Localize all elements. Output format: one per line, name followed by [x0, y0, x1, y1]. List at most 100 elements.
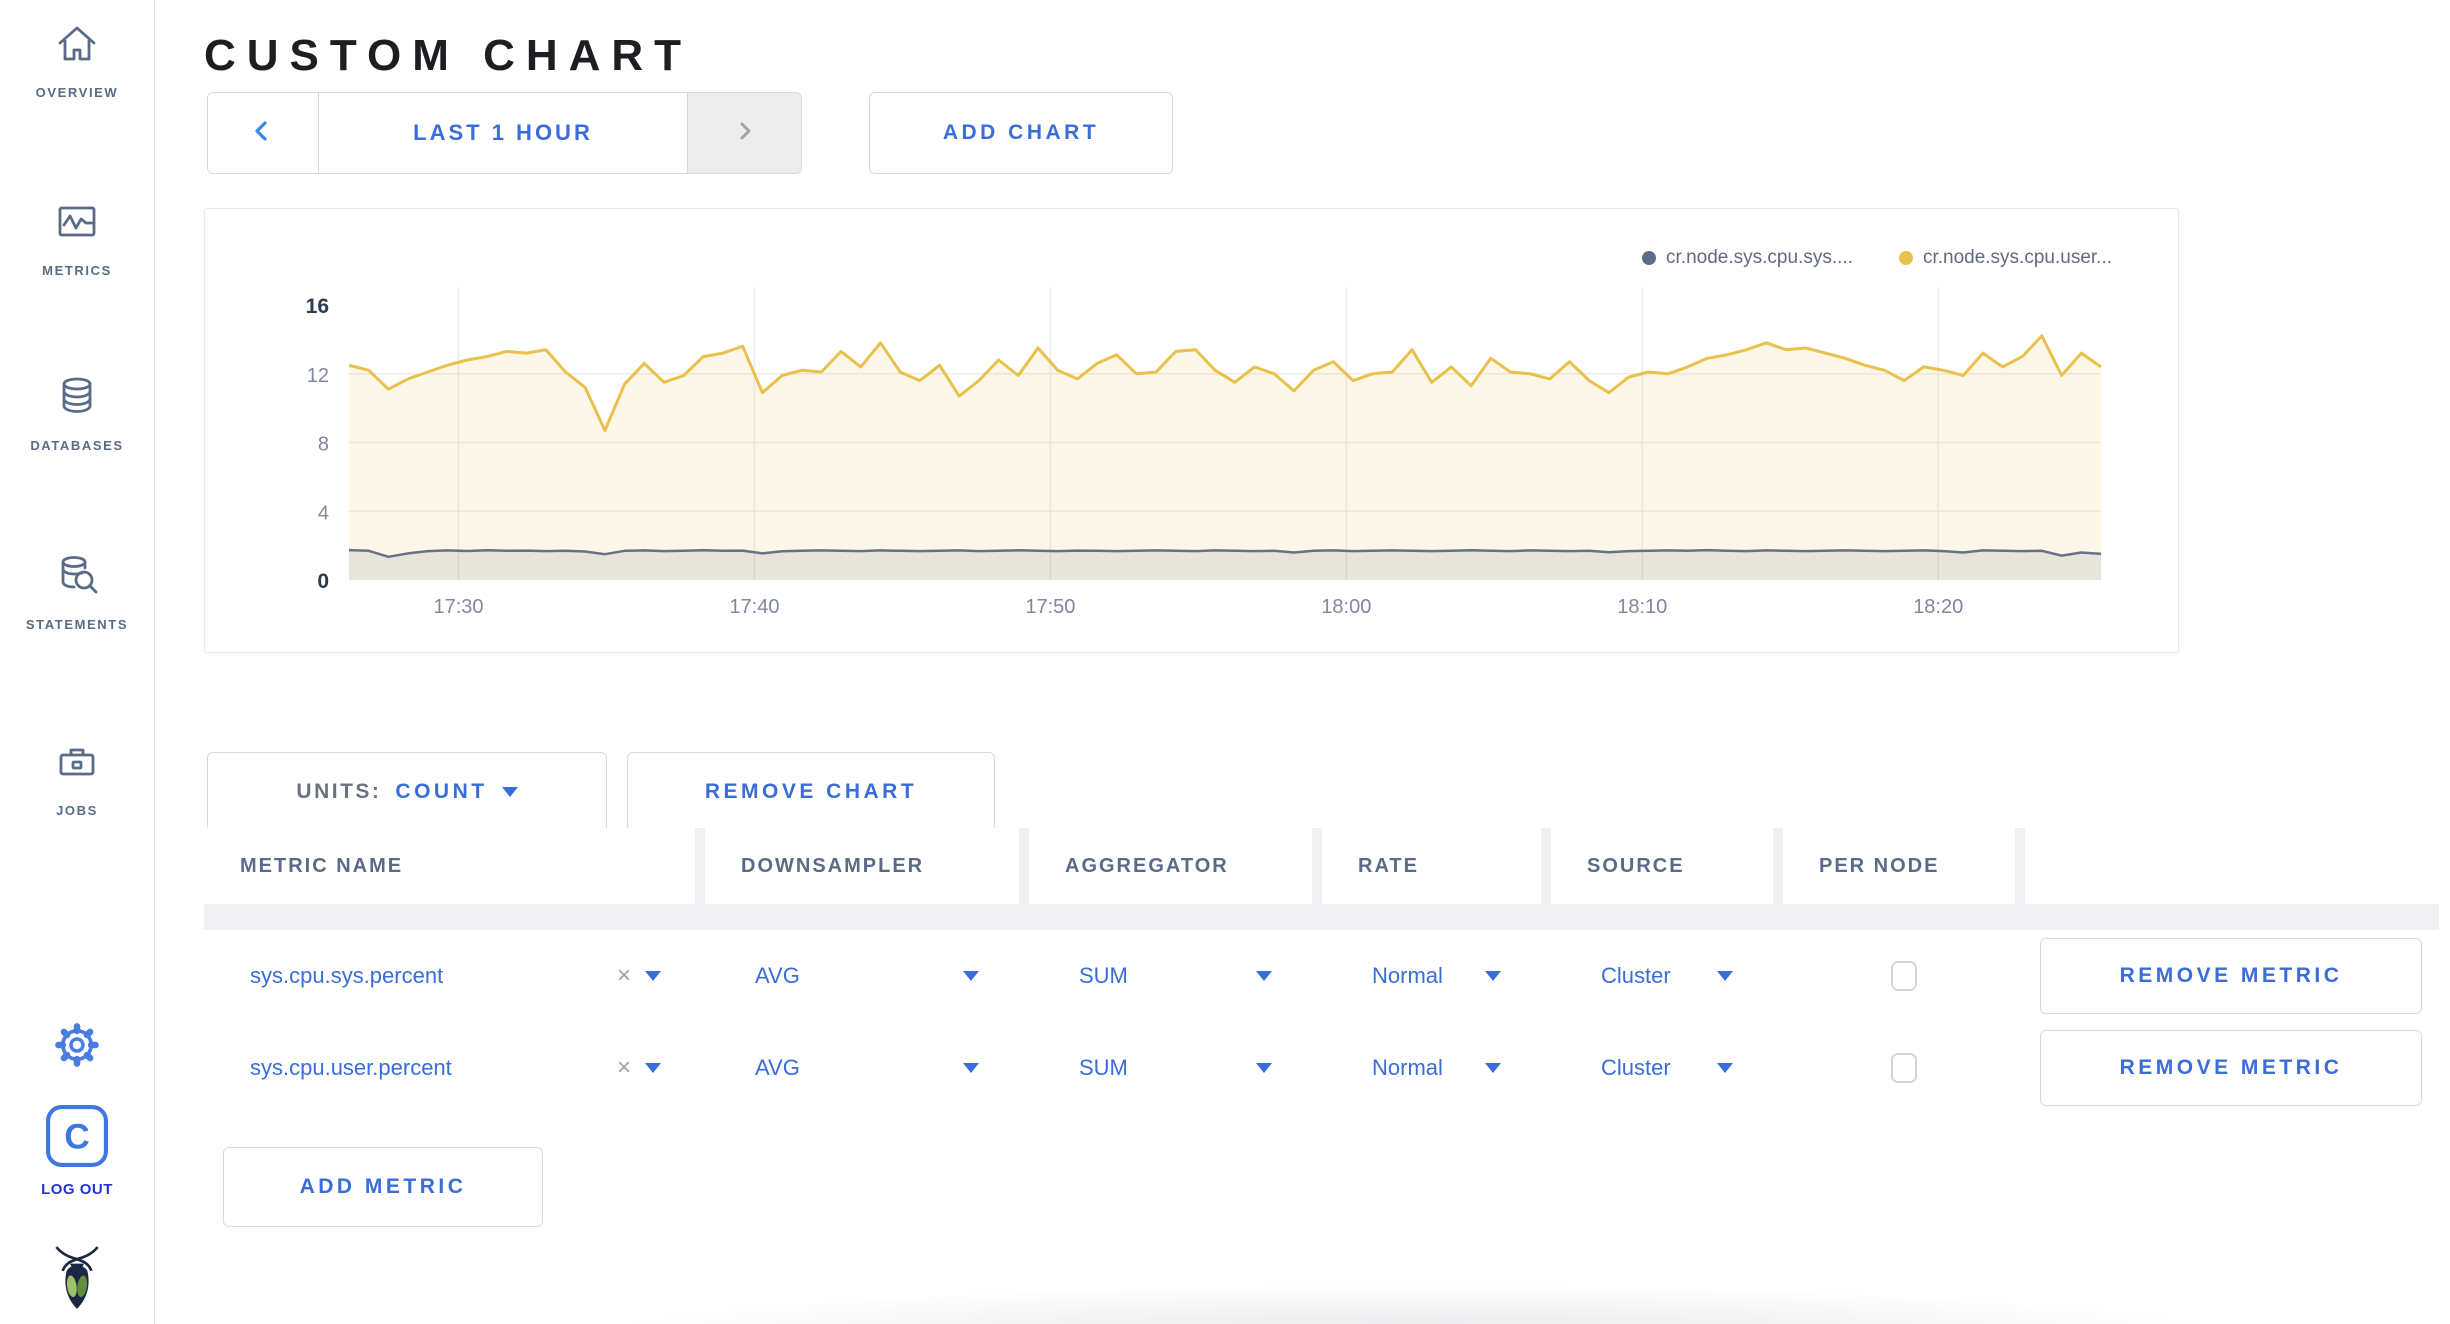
cockroachdb-bug-logo — [54, 1246, 100, 1316]
chart-card: 0 4 8 12 16 17:30 17:40 17:50 18:00 18:10 18:20 cr… — [204, 208, 2179, 653]
chevron-down-icon[interactable] — [645, 1063, 661, 1073]
timeseries-chart: 0 4 8 12 16 17:30 17:40 17:50 18:00 18:10 18:20 — [306, 287, 2102, 618]
chart-legend: cr.node.sys.cpu.sys.... cr.node.sys.cpu.… — [1642, 247, 2112, 269]
chevron-left-icon — [247, 115, 279, 152]
downsampler-select[interactable]: AVG — [705, 1022, 1029, 1114]
table-header-row: METRIC NAME DOWNSAMPLER AGGREGATOR RATE … — [204, 828, 2439, 930]
source-select[interactable]: Cluster — [1551, 1022, 1783, 1114]
units-dropdown[interactable]: UNITS: COUNT — [207, 752, 607, 832]
chevron-down-icon — [501, 787, 518, 797]
y-axis-label: 16 — [306, 295, 329, 318]
aggregator-value: SUM — [1079, 1055, 1128, 1080]
source-select[interactable]: Cluster — [1551, 930, 1783, 1022]
metric-name-select[interactable]: sys.cpu.sys.percent × — [204, 930, 705, 1022]
add-chart-button[interactable]: ADD CHART — [869, 92, 1173, 174]
page-title: CUSTOM CHART — [204, 31, 693, 81]
time-range-label-button[interactable]: LAST 1 HOUR — [319, 93, 687, 173]
metrics-graph-icon — [52, 206, 102, 250]
svg-text:C: C — [64, 1117, 89, 1156]
sidebar-item-label: STATEMENTS — [25, 617, 129, 632]
legend-item: cr.node.sys.cpu.user... — [1898, 247, 2112, 269]
clear-icon[interactable]: × — [617, 1054, 631, 1082]
gear-icon — [53, 1023, 101, 1073]
remove-chart-button[interactable]: REMOVE CHART — [627, 752, 995, 832]
metric-name-select[interactable]: sys.cpu.user.percent × — [204, 1022, 705, 1114]
chevron-down-icon — [1717, 971, 1733, 981]
column-header-rate: RATE — [1322, 828, 1541, 904]
remove-metric-button[interactable]: REMOVE METRIC — [2040, 938, 2422, 1014]
rate-value: Normal — [1372, 963, 1443, 988]
sidebar-item-statements[interactable]: STATEMENTS — [0, 552, 154, 632]
jobs-briefcase-icon — [52, 748, 102, 790]
brand-logo[interactable] — [0, 1244, 154, 1317]
sidebar-item-databases[interactable]: DATABASES — [0, 373, 154, 453]
cockroach-c-icon: C — [45, 1105, 109, 1172]
sidebar-item-metrics[interactable]: METRICS — [0, 198, 154, 278]
legend-item: cr.node.sys.cpu.sys.... — [1642, 247, 1853, 269]
add-metric-button[interactable]: ADD METRIC — [223, 1147, 543, 1227]
x-axis-label: 18:10 — [1617, 596, 1667, 618]
chevron-right-icon — [729, 115, 761, 152]
aggregator-select[interactable]: SUM — [1029, 1022, 1322, 1114]
time-range-selector: LAST 1 HOUR — [207, 92, 802, 174]
database-icon — [52, 377, 102, 425]
source-value: Cluster — [1601, 1055, 1671, 1080]
y-axis-label: 0 — [317, 570, 329, 593]
units-label: UNITS: — [296, 780, 382, 803]
metric-name-value: sys.cpu.user.percent — [250, 1055, 452, 1080]
column-header-actions — [2025, 828, 2439, 904]
time-prev-button[interactable] — [208, 93, 319, 173]
per-node-checkbox[interactable] — [1891, 1053, 1917, 1083]
statements-search-icon — [52, 556, 102, 604]
clear-icon[interactable]: × — [617, 962, 631, 990]
downsampler-select[interactable]: AVG — [705, 930, 1029, 1022]
per-node-checkbox[interactable] — [1891, 961, 1917, 991]
x-axis-label: 18:20 — [1913, 596, 1963, 618]
home-icon — [52, 26, 102, 72]
chevron-down-icon — [1717, 1063, 1733, 1073]
chevron-down-icon — [1485, 1063, 1501, 1073]
bottom-scroll-shadow — [380, 1282, 2450, 1324]
x-axis-label: 17:40 — [729, 596, 779, 618]
logout-label: LOG OUT — [41, 1181, 113, 1198]
cr.node.sys.cpu.sys-area — [349, 550, 2101, 580]
sidebar-item-jobs[interactable]: JOBS — [0, 738, 154, 818]
sidebar: OVERVIEW METRICS DATABASES STATEMENTS JO… — [0, 0, 155, 1324]
units-value: COUNT — [395, 780, 488, 803]
x-axis-label: 17:50 — [1025, 596, 1075, 618]
legend-dot-sys — [1642, 251, 1657, 265]
cr.node.sys.cpu.user-area — [349, 335, 2101, 580]
x-axis-label: 18:00 — [1321, 596, 1371, 618]
chevron-down-icon[interactable] — [645, 971, 661, 981]
time-next-button[interactable] — [687, 93, 801, 173]
chevron-down-icon — [1485, 971, 1501, 981]
remove-metric-button[interactable]: REMOVE METRIC — [2040, 1030, 2422, 1106]
legend-label: cr.node.sys.cpu.sys.... — [1666, 247, 1853, 268]
sidebar-item-label: METRICS — [42, 263, 112, 278]
aggregator-value: SUM — [1079, 963, 1128, 988]
table-row: sys.cpu.sys.percent × AVG SUM Normal Clu… — [204, 930, 2439, 1022]
logout-button[interactable]: C LOG OUT — [0, 1104, 154, 1198]
metrics-table: METRIC NAME DOWNSAMPLER AGGREGATOR RATE … — [204, 828, 2439, 1114]
metric-name-value: sys.cpu.sys.percent — [250, 963, 444, 988]
rate-value: Normal — [1372, 1055, 1443, 1080]
chevron-down-icon — [1256, 971, 1272, 981]
legend-dot-user — [1898, 251, 1913, 265]
downsampler-value: AVG — [755, 1055, 800, 1080]
chevron-down-icon — [1256, 1063, 1272, 1073]
custom-chart-page: OVERVIEW METRICS DATABASES STATEMENTS JO… — [0, 0, 2450, 1324]
aggregator-select[interactable]: SUM — [1029, 930, 1322, 1022]
sidebar-item-overview[interactable]: OVERVIEW — [0, 20, 154, 100]
column-header-aggregator: AGGREGATOR — [1029, 828, 1312, 904]
y-axis-label: 4 — [318, 502, 329, 524]
settings-gear-button[interactable] — [0, 1021, 154, 1074]
x-axis-label: 17:30 — [433, 596, 483, 618]
y-axis-label: 8 — [318, 434, 329, 456]
chevron-down-icon — [963, 1063, 979, 1073]
rate-select[interactable]: Normal — [1322, 1022, 1551, 1114]
sidebar-item-label: DATABASES — [30, 438, 124, 453]
y-axis-label: 12 — [307, 365, 329, 387]
sidebar-item-label: OVERVIEW — [35, 85, 119, 100]
source-value: Cluster — [1601, 963, 1671, 988]
rate-select[interactable]: Normal — [1322, 930, 1551, 1022]
